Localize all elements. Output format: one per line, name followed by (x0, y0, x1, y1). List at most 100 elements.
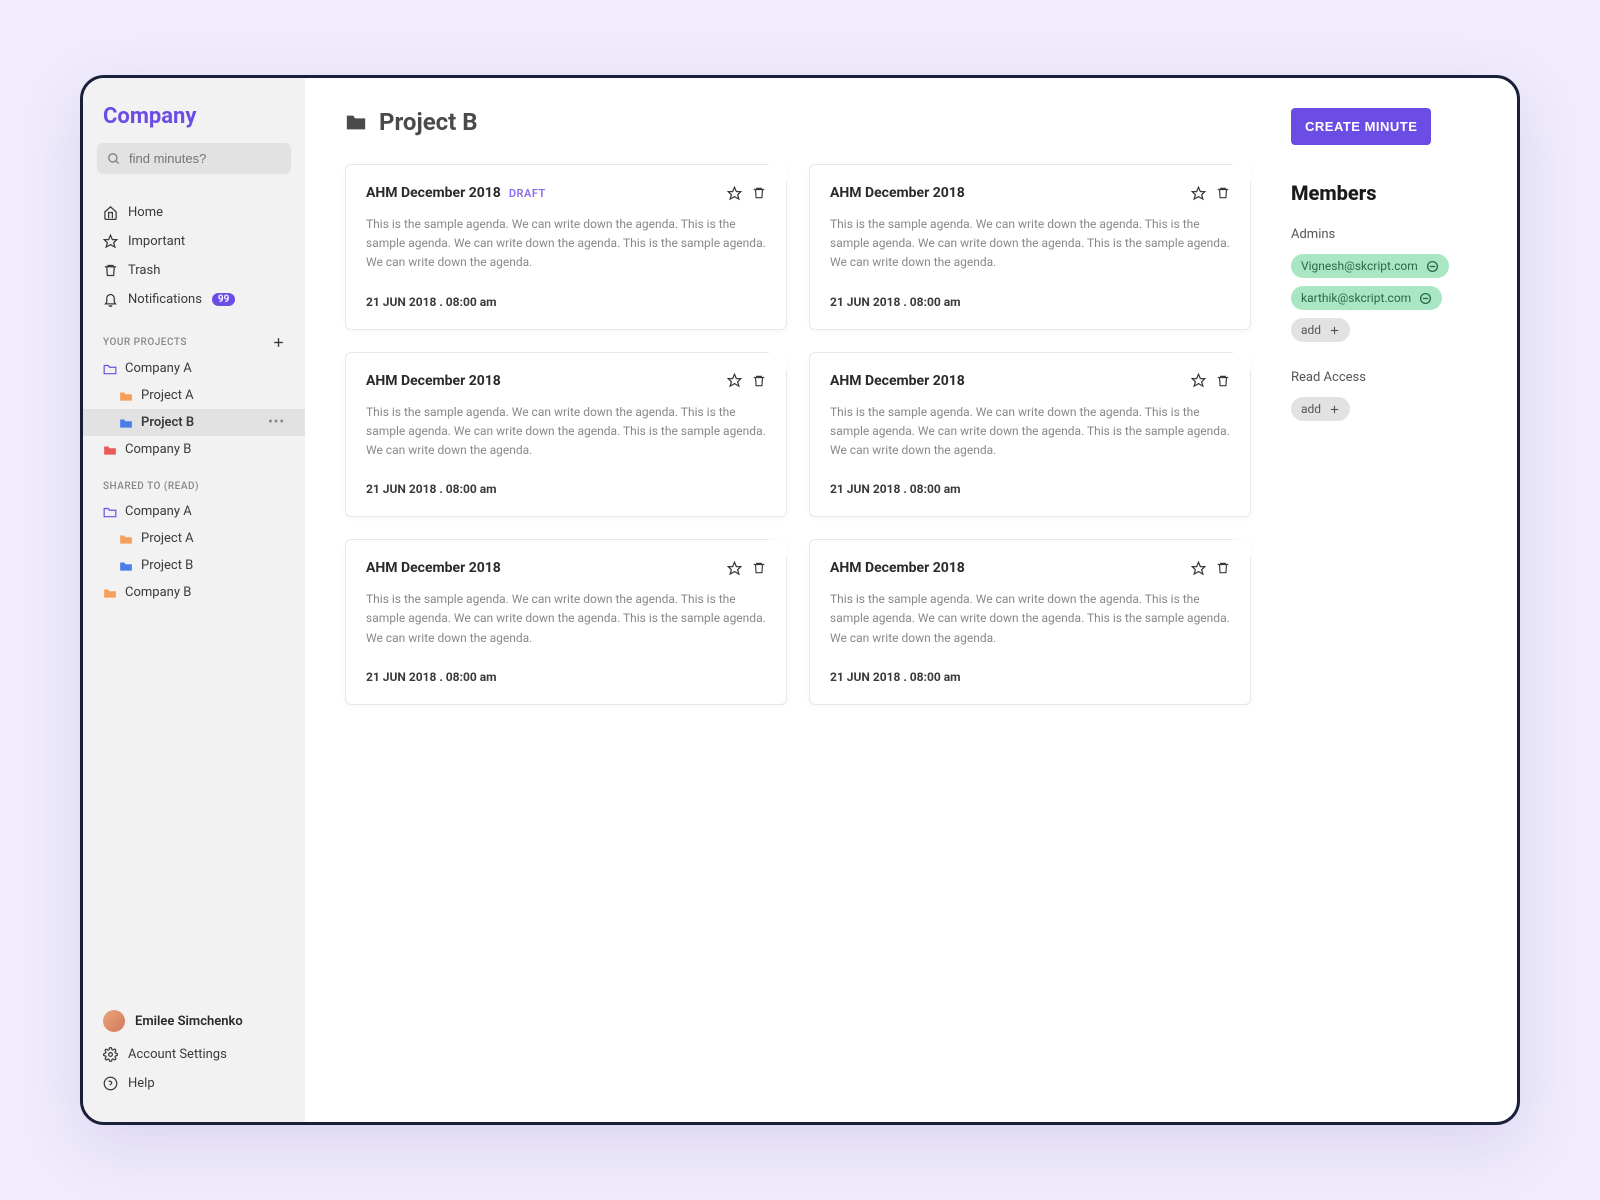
trash-icon[interactable] (1216, 186, 1230, 200)
trash-icon[interactable] (752, 374, 766, 388)
user-name: Emilee Simchenko (135, 1014, 243, 1029)
card-title: AHM December 2018 (830, 373, 965, 389)
folder-outline-icon (103, 363, 117, 375)
help-icon (103, 1076, 118, 1091)
nav-important[interactable]: Important (83, 227, 305, 256)
card-title: AHM December 2018 (830, 185, 965, 201)
admin-pill[interactable]: Vignesh@skcript.com (1291, 254, 1449, 278)
tree-project-b-active[interactable]: Project B ••• (83, 409, 305, 436)
more-icon[interactable]: ••• (268, 415, 285, 430)
admin-pill[interactable]: karthik@skcript.com (1291, 286, 1442, 310)
star-icon (103, 234, 118, 249)
plus-icon (1329, 404, 1340, 415)
brand-logo: Company (83, 78, 305, 143)
content-area: Project B AHM December 2018 DRAFT This i… (345, 108, 1251, 1092)
tree-shared-project-b[interactable]: Project B (83, 552, 305, 579)
minute-card[interactable]: AHM December 2018 This is the sample age… (809, 539, 1251, 705)
star-icon[interactable] (1191, 186, 1206, 201)
nav-label: Trash (128, 263, 160, 278)
tree-shared-project-a[interactable]: Project A (83, 525, 305, 552)
tree-company-a[interactable]: Company A (83, 355, 305, 382)
add-admin-button[interactable]: add (1291, 318, 1350, 342)
tree-label: Company A (125, 361, 192, 376)
trash-icon[interactable] (1216, 374, 1230, 388)
nav-help[interactable]: Help (83, 1069, 305, 1098)
admins-label: Admins (1291, 227, 1477, 242)
trash-icon[interactable] (752, 186, 766, 200)
star-icon[interactable] (727, 373, 742, 388)
folder-icon (119, 533, 133, 545)
card-date: 21 JUN 2018 . 08:00 am (830, 295, 1230, 309)
card-title: AHM December 2018 (366, 560, 501, 576)
card-actions (727, 373, 766, 388)
folder-icon (119, 417, 133, 429)
star-icon[interactable] (1191, 373, 1206, 388)
section-label: YOUR PROJECTS (103, 337, 187, 348)
nav-account-settings[interactable]: Account Settings (83, 1040, 305, 1069)
star-icon[interactable] (727, 186, 742, 201)
section-label: SHARED TO (READ) (103, 481, 199, 492)
tree-shared-company-a[interactable]: Company A (83, 498, 305, 525)
add-read-access-button[interactable]: add (1291, 397, 1350, 421)
tree-shared-company-b[interactable]: Company B (83, 579, 305, 606)
page-title: Project B (379, 108, 478, 136)
tree-label: Company B (125, 585, 191, 600)
remove-icon[interactable] (1419, 292, 1432, 305)
tree-project-a[interactable]: Project A (83, 382, 305, 409)
card-title: AHM December 2018 (366, 373, 501, 389)
minute-card[interactable]: AHM December 2018 This is the sample age… (809, 164, 1251, 330)
card-header: AHM December 2018 (830, 185, 1230, 201)
main-content: Project B AHM December 2018 DRAFT This i… (305, 78, 1517, 1122)
minute-card[interactable]: AHM December 2018 This is the sample age… (809, 352, 1251, 518)
card-date: 21 JUN 2018 . 08:00 am (830, 482, 1230, 496)
tree-company-b[interactable]: Company B (83, 436, 305, 463)
card-actions (1191, 373, 1230, 388)
create-minute-button[interactable]: CREATE MINUTE (1291, 108, 1431, 145)
card-header: AHM December 2018 (830, 560, 1230, 576)
trash-icon[interactable] (1216, 561, 1230, 575)
nav-home[interactable]: Home (83, 198, 305, 227)
card-title: AHM December 2018 (830, 560, 965, 576)
tree-label: Company B (125, 442, 191, 457)
tree-label: Project A (141, 531, 194, 546)
minute-card[interactable]: AHM December 2018 DRAFT This is the samp… (345, 164, 787, 330)
card-actions (727, 561, 766, 576)
nav-trash[interactable]: Trash (83, 256, 305, 285)
card-header: AHM December 2018 DRAFT (366, 185, 766, 201)
card-description: This is the sample agenda. We can write … (366, 215, 766, 273)
notification-badge: 99 (212, 293, 235, 306)
card-date: 21 JUN 2018 . 08:00 am (366, 670, 766, 684)
app-window: Company Home Important Trash Notificatio… (80, 75, 1520, 1125)
user-profile[interactable]: Emilee Simchenko (83, 1002, 305, 1040)
search-input[interactable] (129, 151, 305, 166)
remove-icon[interactable] (1426, 260, 1439, 273)
star-icon[interactable] (727, 561, 742, 576)
card-date: 21 JUN 2018 . 08:00 am (830, 670, 1230, 684)
folder-icon (345, 112, 367, 132)
folder-icon (119, 390, 133, 402)
sidebar: Company Home Important Trash Notificatio… (83, 78, 305, 1122)
nav-label: Account Settings (128, 1047, 227, 1062)
plus-icon (1329, 325, 1340, 336)
folder-icon (103, 587, 117, 599)
tree-label: Project B (141, 415, 194, 430)
card-header: AHM December 2018 (830, 373, 1230, 389)
trash-icon[interactable] (752, 561, 766, 575)
members-title: Members (1291, 181, 1477, 205)
star-icon[interactable] (1191, 561, 1206, 576)
card-actions (1191, 186, 1230, 201)
nav-label: Notifications (128, 292, 202, 307)
search-box[interactable] (97, 143, 291, 174)
plus-icon[interactable] (272, 336, 285, 349)
folder-icon (119, 560, 133, 572)
card-description: This is the sample agenda. We can write … (366, 590, 766, 648)
minute-card[interactable]: AHM December 2018 This is the sample age… (345, 352, 787, 518)
admin-email: Vignesh@skcript.com (1301, 259, 1418, 273)
tree-label: Project A (141, 388, 194, 403)
minute-card[interactable]: AHM December 2018 This is the sample age… (345, 539, 787, 705)
search-icon (107, 152, 121, 166)
folder-outline-icon (103, 506, 117, 518)
nav-notifications[interactable]: Notifications 99 (83, 285, 305, 314)
section-your-projects: YOUR PROJECTS (83, 318, 305, 355)
nav-label: Important (128, 234, 185, 249)
